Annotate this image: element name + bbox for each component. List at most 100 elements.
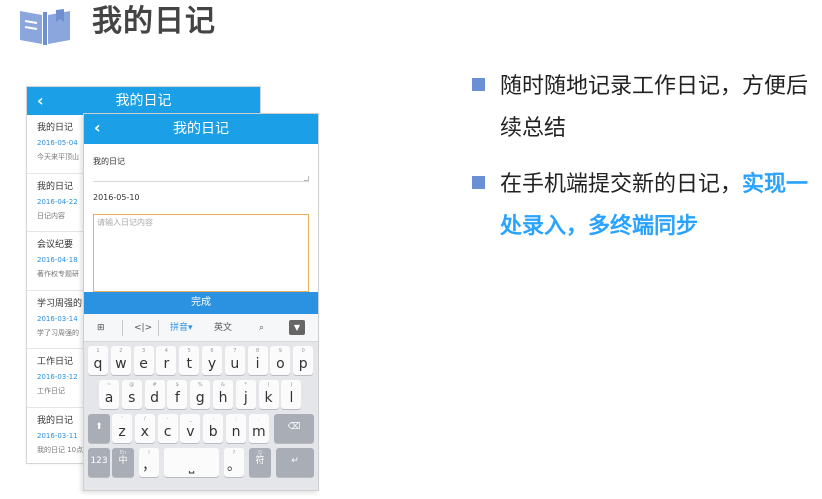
feature-bullet: 在手机端提交新的日记，实现一处录入，多终端同步 [470,164,820,248]
key-hint: 7 [233,348,237,354]
key-hint: . [258,416,260,422]
key-label: 123 [90,456,108,466]
key-i[interactable]: 8i [247,346,268,375]
key-hint: # [152,382,157,388]
key-c[interactable]: -c [157,414,178,443]
key-hint: * [244,382,248,388]
key-hint: 6 [210,348,214,354]
key-label: ↵ [291,456,299,466]
key-hint: / [143,416,146,422]
key-g[interactable]: % g [190,380,211,409]
backspace-key[interactable]: ⌫ [274,414,314,443]
grid-icon[interactable]: ⊞ [97,314,105,342]
key-hint: @ [129,382,135,388]
key-label: f [174,390,180,406]
square-bullet-icon [472,78,485,91]
diary-title-field[interactable]: 我的日记 [93,144,309,182]
english-mode-button[interactable]: 英文 [214,314,232,342]
key-q[interactable]: 1q [88,346,108,375]
diary-date-field[interactable]: 2016-05-10 [93,182,309,212]
collapse-keyboard-icon[interactable]: ▼ [289,320,305,335]
edit-navbar: ‹ 我的日记 [84,114,318,144]
symbols-key[interactable]: ☺ 符 [249,448,271,477]
caret-down-icon: ▾ [188,323,193,333]
key-hint: & [221,382,225,388]
key-y[interactable]: 6y [202,346,222,375]
key-label: q [93,356,103,372]
space-key[interactable]: ⎵ [164,448,219,477]
key-label: u [230,356,240,372]
key-hint: $ [175,382,179,388]
numbers-key[interactable]: 123 [88,448,110,477]
key-n[interactable]: ; n [226,414,246,443]
key-hint: 5 [187,348,191,354]
key-label: r [163,356,170,372]
key-label: ， [142,458,156,474]
key-k[interactable]: (k [258,380,279,409]
key-label: ⎵ [188,458,195,474]
feature-bullets: 随时随地记录工作日记，方便后续总结 在手机端提交新的日记，实现一处录入，多终端同… [470,66,820,248]
key-w[interactable]: 2w [110,346,131,375]
language-key[interactable]: En 中 [112,448,134,477]
search-icon[interactable]: ⌕ [259,314,264,342]
key-hint: 8 [256,348,260,354]
key-hint: : [212,416,215,422]
list-nav-title: 我的日记 [115,93,172,109]
done-button[interactable]: 完成 [84,292,318,314]
key-hint: % [197,382,203,388]
diary-content-box [93,214,309,292]
key-v[interactable]: _ v [180,414,201,443]
bullet-text: 在手机端提交新的日记， [500,172,743,197]
key-p[interactable]: 0p [293,346,314,375]
key-hint: - [166,416,169,422]
comma-key[interactable]: !， [139,448,159,477]
diary-edit-screen: ‹ 我的日记 我的日记 2016-05-10 完成 ⊞ <|> 拼音▾ 英文 ⌕… [83,113,319,491]
key-t[interactable]: 5t [179,346,200,375]
pinyin-mode-button[interactable]: 拼音▾ [170,314,193,342]
key-label: x [140,424,149,440]
bullet-text: 随时随地记录工作日记，方便后续总结 [500,74,809,141]
key-label: w [115,356,127,372]
key-f[interactable]: $ f [167,380,188,409]
key-hint: ~ [106,382,112,388]
key-label: t [186,356,192,372]
key-label: 中 [118,456,128,466]
keyboard: ⊞ <|> 拼音▾ 英文 ⌕ ▼ 1 q 2 w 3 e 4 r 5 t 6 y 7 u 8 i 9 o 0 p ~ a @… [84,314,318,490]
key-z[interactable]: ' z [112,414,132,443]
key-hint: _ [189,416,192,422]
shift-key[interactable]: ⬆ [88,414,110,443]
key-label: m [251,424,266,440]
cursor-move-icon[interactable]: <|> [134,314,152,342]
key-hint: 4 [164,348,168,354]
key-h[interactable]: & h [213,380,233,409]
list-navbar: ‹ 我的日记 [27,87,260,115]
key-r[interactable]: 4r [156,346,177,375]
key-l[interactable]: ) l [281,380,302,409]
key-j[interactable]: * j [235,380,256,409]
key-label: p [298,356,308,372]
key-label: k [264,390,273,406]
diary-content-input[interactable] [94,215,308,291]
key-hint: 2 [119,348,123,354]
toolbar-divider [158,320,159,336]
feature-bullet: 随时随地记录工作日记，方便后续总结 [470,66,820,150]
key-b[interactable]: :b [203,414,224,443]
key-o[interactable]: 9o [270,346,291,375]
key-e[interactable]: 3e [133,346,154,375]
key-hint: 9 [278,348,282,354]
key-s[interactable]: @ s [121,380,142,409]
key-label: v [186,424,195,440]
key-d[interactable]: # d [144,380,165,409]
key-u[interactable]: 7u [224,346,245,375]
period-key[interactable]: ?。 [224,448,244,477]
enter-key[interactable]: ↵ [276,448,314,477]
edit-nav-title: 我的日记 [173,121,229,137]
key-hint: ; [235,416,237,422]
key-m[interactable]: .m [248,414,269,443]
key-label: l [289,390,294,406]
key-x[interactable]: / x [134,414,155,443]
key-label: n [231,424,241,440]
key-label: ⌫ [287,422,301,432]
key-a[interactable]: ~ a [99,380,119,409]
key-hint: ! [147,450,150,456]
